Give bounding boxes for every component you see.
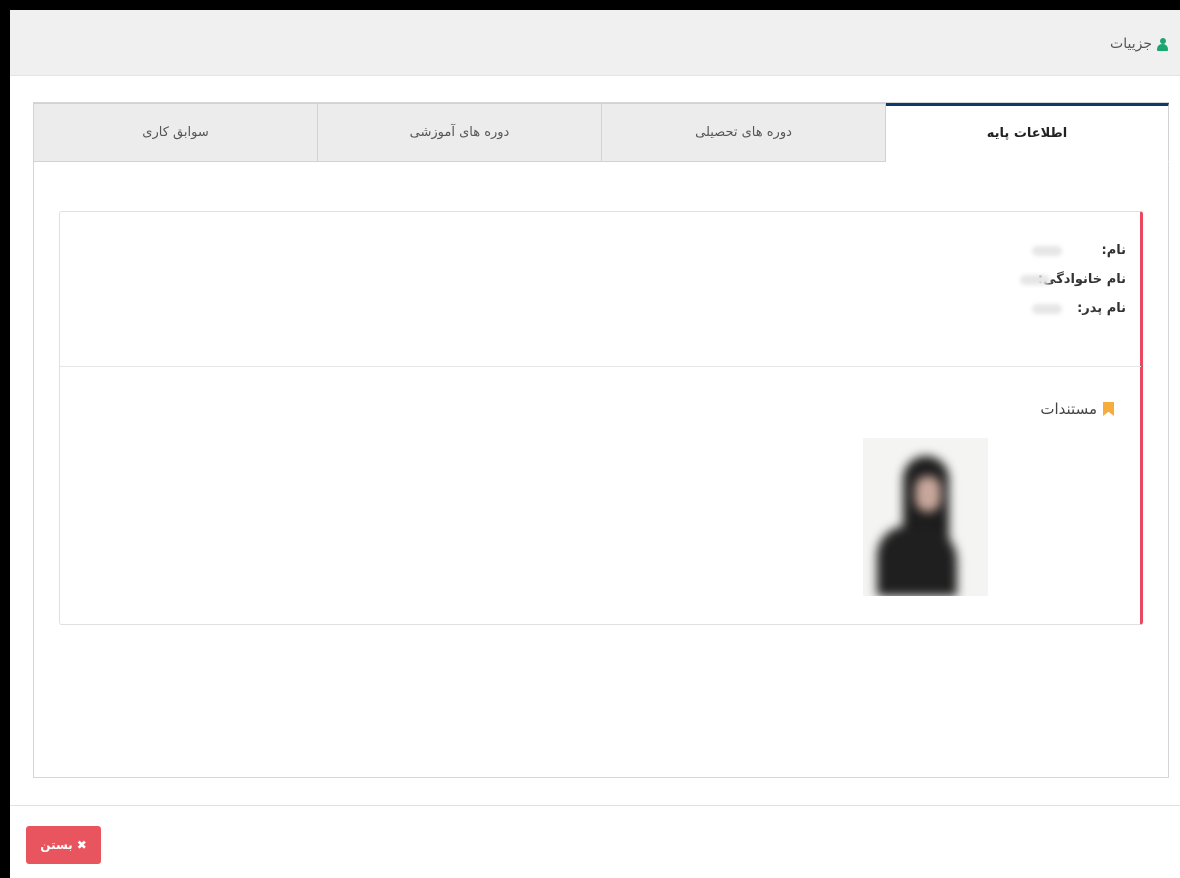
modal-title: جزییات [1110,36,1168,52]
tab-basic-info[interactable]: اطلاعات پایه [885,103,1169,162]
close-button[interactable]: ✖ بستن [26,826,101,864]
section-divider [60,366,1141,367]
tab-label: اطلاعات پایه [986,126,1068,141]
last-name-label: نام خانوادگی: [1037,272,1126,287]
basic-info-card: نام: نام خانوادگی: نام پدر: مستندات [59,211,1143,625]
last-name-row: نام خانوادگی: [1019,265,1126,294]
bookmark-icon [1103,402,1114,416]
details-panel: اطلاعات پایه دوره های تحصیلی دوره های آم… [33,102,1169,778]
tab-academic-courses[interactable]: دوره های تحصیلی [601,103,886,162]
tab-training-courses[interactable]: دوره های آموزشی [317,103,602,162]
first-name-row: نام: [1020,236,1126,265]
modal-window: جزییات اطلاعات پایه دوره های تحصیلی دوره… [10,10,1180,878]
modal-title-text: جزییات [1110,36,1152,52]
last-name-value-redacted [1019,274,1050,285]
personal-info: نام: نام خانوادگی: نام پدر: [1019,236,1126,323]
tab-label: سوابق کاری [142,125,209,140]
father-name-value-redacted [1032,303,1062,314]
first-name-value-redacted [1032,245,1062,256]
document-photo[interactable] [863,438,988,596]
footer-divider [10,805,1180,806]
tab-label: دوره های آموزشی [409,125,510,140]
father-name-row: نام پدر: [1020,294,1126,323]
close-icon: ✖ [76,838,87,852]
tab-work-experience[interactable]: سوابق کاری [33,103,318,162]
documents-title: مستندات [1040,400,1097,418]
user-icon [1157,37,1168,51]
close-button-label: بستن [40,838,73,852]
modal-header: جزییات [10,10,1180,76]
blurred-portrait-image [863,438,988,596]
tab-bar: اطلاعات پایه دوره های تحصیلی دوره های آم… [33,103,1169,162]
tab-label: دوره های تحصیلی [695,125,792,140]
documents-heading: مستندات [1040,400,1114,418]
